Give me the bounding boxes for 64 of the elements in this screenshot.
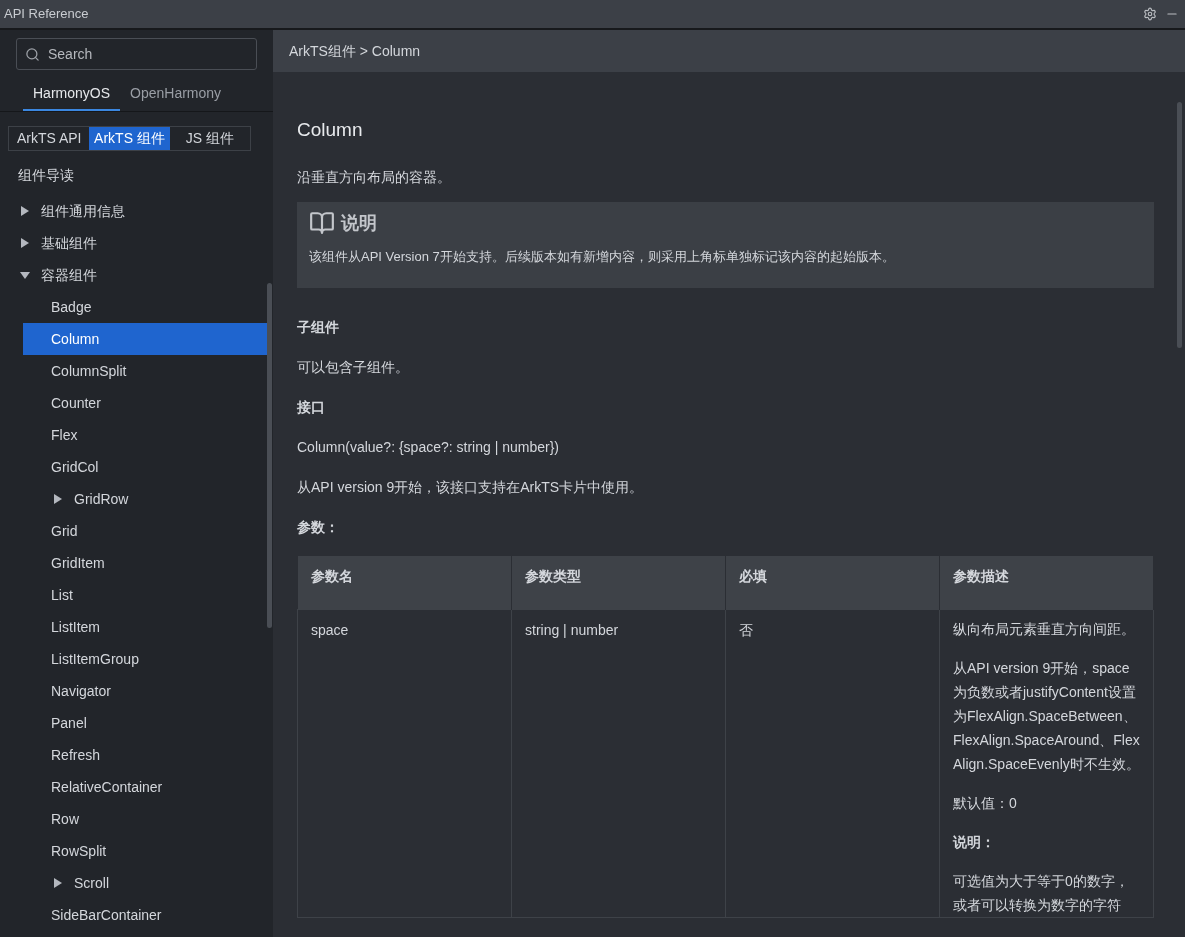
tree-item[interactable]: Panel	[23, 707, 267, 739]
caret-right-icon[interactable]	[20, 238, 30, 248]
tree-item[interactable]: Badge	[23, 291, 267, 323]
tree-item[interactable]: Row	[23, 803, 267, 835]
tree-item[interactable]: Flex	[23, 419, 267, 451]
tree-item[interactable]: RowSplit	[23, 835, 267, 867]
section-heading: 参数：	[297, 517, 340, 537]
caret-down-icon[interactable]	[20, 270, 30, 280]
book-icon	[309, 210, 335, 236]
description-text: 说明：	[953, 832, 996, 852]
window-title: API Reference	[4, 5, 89, 24]
body-text: 从API version 9开始，该接口支持在ArkTS卡片中使用。	[297, 477, 645, 497]
tree-item[interactable]: GridCol	[23, 451, 267, 483]
search-icon	[25, 47, 40, 62]
segment-button[interactable]: ArkTS 组件	[89, 127, 170, 150]
description-text: 默认值：0	[953, 793, 1018, 813]
column-header: 必填	[725, 556, 940, 609]
table-cell: string | number	[511, 609, 726, 917]
column-header: 参数名	[297, 556, 512, 609]
note-title: 说明	[341, 211, 377, 235]
tree-item[interactable]: Refresh	[23, 739, 267, 771]
section-heading: 接口	[297, 397, 326, 417]
tree-item[interactable]: ListItem	[23, 611, 267, 643]
caret-right-icon[interactable]	[20, 206, 30, 216]
tree-item[interactable]: 组件通用信息	[0, 195, 267, 227]
tree-item[interactable]: ColumnSplit	[23, 355, 267, 387]
tree-item[interactable]: ListItemGroup	[23, 643, 267, 675]
description-text: 纵向布局元素垂直方向间距。	[953, 619, 1136, 639]
segment-button[interactable]: ArkTS API	[9, 127, 90, 150]
column-header: 参数类型	[511, 556, 726, 609]
scrollbar[interactable]	[1177, 102, 1182, 348]
tree-item[interactable]: List	[23, 579, 267, 611]
tab[interactable]: OpenHarmony	[120, 78, 232, 111]
table-cell: space	[297, 609, 512, 917]
tree-item[interactable]: Scroll	[23, 867, 267, 899]
tree-item[interactable]: 基础组件	[0, 227, 267, 259]
tree-item[interactable]: GridRow	[23, 483, 267, 515]
tree-item[interactable]: Navigator	[23, 675, 267, 707]
intro-text: 沿垂直方向布局的容器。	[297, 167, 452, 187]
tree-item[interactable]: Column	[23, 323, 267, 355]
description-text: 从API version 9开始，space为负数或者justifyContent设置为FlexAlign.SpaceBetween、FlexAlign.SpaceAround、FlexAlign.SpaceEvenly时不生效。	[953, 658, 1140, 774]
tree-item[interactable]: 容器组件	[0, 259, 267, 291]
breadcrumb: ArkTS组件 > Column	[289, 41, 421, 61]
tree-item[interactable]: RelativeContainer	[23, 771, 267, 803]
tree-item[interactable]: Counter	[23, 387, 267, 419]
page-title: Column	[297, 118, 364, 142]
caret-right-icon[interactable]	[53, 878, 63, 888]
body-text: 可以包含子组件。	[297, 357, 410, 377]
search-field[interactable]: Search	[16, 38, 257, 70]
tree-item[interactable]: GridItem	[23, 547, 267, 579]
settings-icon[interactable]	[1143, 7, 1157, 21]
tree-item[interactable]: Grid	[23, 515, 267, 547]
section-heading: 子组件	[297, 317, 340, 337]
note-text: 该组件从API Version 7开始支持。后续版本如有新增内容，则采用上角标单独标记该内容的起始版本。	[309, 247, 896, 266]
description-text: 可选值为大于等于0的数字，或者可以转换为数字的字符	[953, 871, 1130, 915]
tab[interactable]: HarmonyOS	[23, 78, 121, 111]
guide-link[interactable]: 组件导读	[0, 165, 273, 191]
table-cell: 否	[725, 609, 940, 917]
tree-item[interactable]: SideBarContainer	[23, 899, 267, 931]
column-header: 参数描述	[939, 556, 1154, 609]
segment-button[interactable]: JS 组件	[169, 127, 250, 150]
caret-right-icon[interactable]	[53, 494, 63, 504]
scrollbar[interactable]	[267, 283, 272, 628]
body-text: Column(value?: {space?: string | number})	[297, 437, 560, 457]
